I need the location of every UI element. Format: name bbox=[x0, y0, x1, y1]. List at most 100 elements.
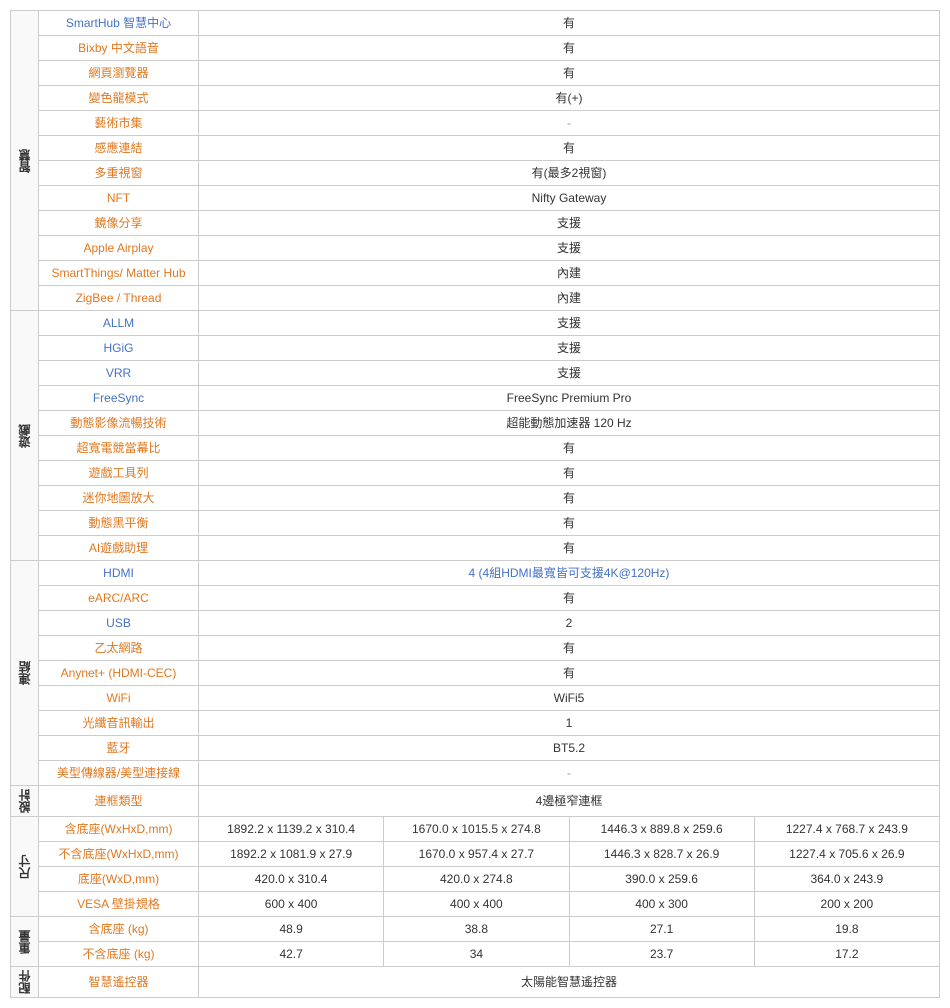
feature-value: 有 bbox=[199, 136, 940, 161]
feature-value-3: 17.2 bbox=[754, 942, 939, 967]
category-cell: 設計 bbox=[11, 786, 39, 817]
feature-value: 4 (4組HDMI最寬皆可支援4K@120Hz) bbox=[199, 561, 940, 586]
feature-label: HGiG bbox=[39, 336, 199, 361]
feature-label: NFT bbox=[39, 186, 199, 211]
feature-value: 有 bbox=[199, 636, 940, 661]
feature-value: 支援 bbox=[199, 211, 940, 236]
feature-value: 4邊極窄連框 bbox=[199, 786, 940, 817]
feature-value-0: 1892.2 x 1081.9 x 27.9 bbox=[199, 842, 384, 867]
feature-label: VESA 壁掛規格 bbox=[39, 892, 199, 917]
feature-value: 有 bbox=[199, 61, 940, 86]
feature-label: Anynet+ (HDMI-CEC) bbox=[39, 661, 199, 686]
feature-value-1: 34 bbox=[384, 942, 569, 967]
feature-value: Nifty Gateway bbox=[199, 186, 940, 211]
feature-label: 不含底座 (kg) bbox=[39, 942, 199, 967]
feature-value: FreeSync Premium Pro bbox=[199, 386, 940, 411]
feature-label: 藍牙 bbox=[39, 736, 199, 761]
feature-label: 變色龍模式 bbox=[39, 86, 199, 111]
feature-label: HDMI bbox=[39, 561, 199, 586]
feature-value: 超能動態加速器 120 Hz bbox=[199, 411, 940, 436]
feature-value: 太陽能智慧遙控器 bbox=[199, 967, 940, 998]
feature-label: 乙太網路 bbox=[39, 636, 199, 661]
feature-label: 不含底座(WxHxD,mm) bbox=[39, 842, 199, 867]
feature-value: 內建 bbox=[199, 286, 940, 311]
feature-value-3: 200 x 200 bbox=[754, 892, 939, 917]
feature-label: 連框類型 bbox=[39, 786, 199, 817]
feature-label: USB bbox=[39, 611, 199, 636]
feature-value: 有 bbox=[199, 586, 940, 611]
feature-value: WiFi5 bbox=[199, 686, 940, 711]
feature-value: - bbox=[199, 761, 940, 786]
feature-label: 含底座 (kg) bbox=[39, 917, 199, 942]
feature-label: 美型傳線器/美型連接線 bbox=[39, 761, 199, 786]
feature-label: 智慧遙控器 bbox=[39, 967, 199, 998]
feature-value-3: 1227.4 x 768.7 x 243.9 bbox=[754, 817, 939, 842]
feature-label: 藝術市集 bbox=[39, 111, 199, 136]
feature-value: 有 bbox=[199, 661, 940, 686]
feature-label: 網頁瀏覽器 bbox=[39, 61, 199, 86]
feature-label: WiFi bbox=[39, 686, 199, 711]
feature-value: 支援 bbox=[199, 311, 940, 336]
feature-label: AI遊戲助理 bbox=[39, 536, 199, 561]
feature-value: 有(最多2視窗) bbox=[199, 161, 940, 186]
feature-label: 動態影像流暢技術 bbox=[39, 411, 199, 436]
feature-label: 感應連結 bbox=[39, 136, 199, 161]
feature-value-0: 600 x 400 bbox=[199, 892, 384, 917]
feature-value: 有 bbox=[199, 436, 940, 461]
category-cell: 重量 bbox=[11, 917, 39, 967]
feature-label: 光纖音訊輸出 bbox=[39, 711, 199, 736]
feature-value-0: 48.9 bbox=[199, 917, 384, 942]
feature-value-1: 1670.0 x 1015.5 x 274.8 bbox=[384, 817, 569, 842]
feature-label: Apple Airplay bbox=[39, 236, 199, 261]
feature-value-1: 420.0 x 274.8 bbox=[384, 867, 569, 892]
feature-value-1: 400 x 400 bbox=[384, 892, 569, 917]
category-cell: 遊戲 bbox=[11, 311, 39, 561]
feature-value: 有 bbox=[199, 536, 940, 561]
feature-value: 有 bbox=[199, 511, 940, 536]
feature-value-2: 27.1 bbox=[569, 917, 754, 942]
feature-value-2: 390.0 x 259.6 bbox=[569, 867, 754, 892]
feature-label: 含底座(WxHxD,mm) bbox=[39, 817, 199, 842]
feature-value-3: 1227.4 x 705.6 x 26.9 bbox=[754, 842, 939, 867]
feature-value: 有 bbox=[199, 461, 940, 486]
feature-value-2: 23.7 bbox=[569, 942, 754, 967]
feature-value: 支援 bbox=[199, 361, 940, 386]
feature-value: 2 bbox=[199, 611, 940, 636]
feature-value-2: 1446.3 x 889.8 x 259.6 bbox=[569, 817, 754, 842]
spec-table: 智慧SmartHub 智慧中心有Bixby 中文語音有網頁瀏覽器有變色龍模式有(… bbox=[10, 10, 940, 998]
feature-label: 迷你地圖放大 bbox=[39, 486, 199, 511]
feature-value-2: 400 x 300 bbox=[569, 892, 754, 917]
feature-value: 有 bbox=[199, 11, 940, 36]
feature-label: SmartHub 智慧中心 bbox=[39, 11, 199, 36]
feature-label: eARC/ARC bbox=[39, 586, 199, 611]
feature-label: 遊戲工具列 bbox=[39, 461, 199, 486]
feature-value: BT5.2 bbox=[199, 736, 940, 761]
feature-label: ALLM bbox=[39, 311, 199, 336]
feature-label: 動態黑平衡 bbox=[39, 511, 199, 536]
feature-value-1: 1670.0 x 957.4 x 27.7 bbox=[384, 842, 569, 867]
feature-label: 底座(WxD,mm) bbox=[39, 867, 199, 892]
feature-value: 有 bbox=[199, 36, 940, 61]
feature-label: Bixby 中文語音 bbox=[39, 36, 199, 61]
feature-value-0: 42.7 bbox=[199, 942, 384, 967]
feature-label: 多重視窗 bbox=[39, 161, 199, 186]
feature-label: 超寬電競當幕比 bbox=[39, 436, 199, 461]
feature-value-1: 38.8 bbox=[384, 917, 569, 942]
feature-value-3: 19.8 bbox=[754, 917, 939, 942]
category-cell: 連結 bbox=[11, 561, 39, 786]
feature-label: FreeSync bbox=[39, 386, 199, 411]
feature-value: 有 bbox=[199, 486, 940, 511]
feature-value: 1 bbox=[199, 711, 940, 736]
feature-label: 鏡像分享 bbox=[39, 211, 199, 236]
feature-value: - bbox=[199, 111, 940, 136]
feature-label: ZigBee / Thread bbox=[39, 286, 199, 311]
category-cell: 配件 bbox=[11, 967, 39, 998]
feature-value-0: 420.0 x 310.4 bbox=[199, 867, 384, 892]
feature-value-0: 1892.2 x 1139.2 x 310.4 bbox=[199, 817, 384, 842]
feature-value: 支援 bbox=[199, 336, 940, 361]
feature-label: VRR bbox=[39, 361, 199, 386]
category-cell: 智慧 bbox=[11, 11, 39, 311]
feature-value: 內建 bbox=[199, 261, 940, 286]
category-cell: 尺寸 bbox=[11, 817, 39, 917]
feature-value: 有(+) bbox=[199, 86, 940, 111]
